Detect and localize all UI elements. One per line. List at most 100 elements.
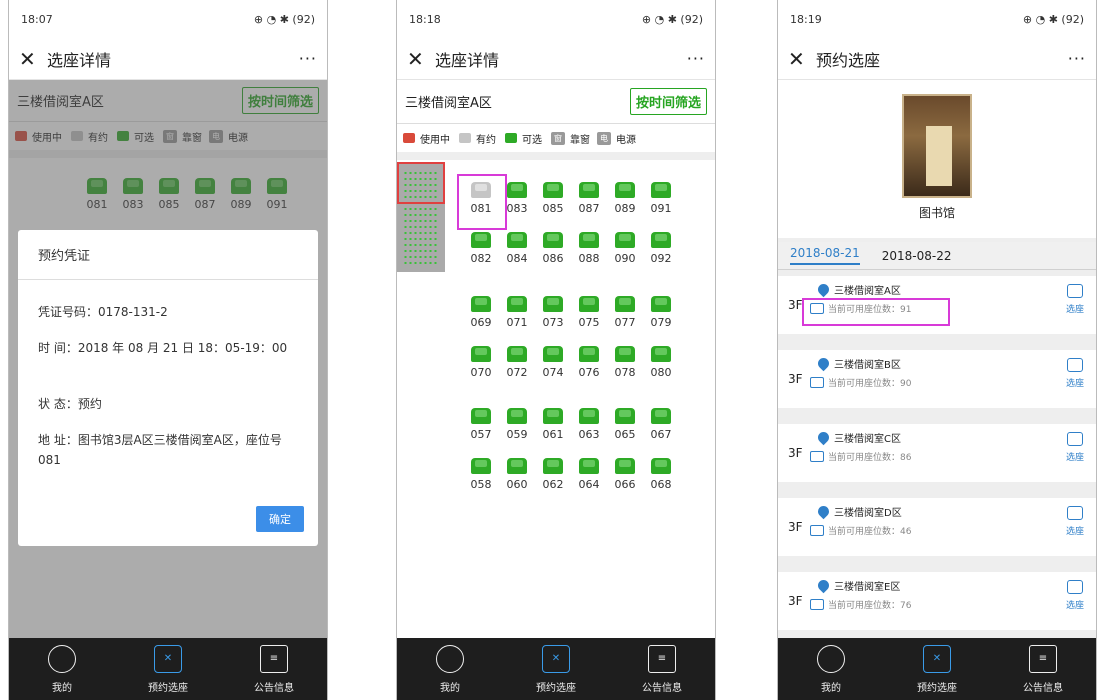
user-icon — [817, 644, 845, 673]
seat[interactable]: 057 — [463, 408, 499, 441]
seat[interactable]: 084 — [499, 232, 535, 265]
confirm-button[interactable]: 确定 — [256, 506, 304, 532]
select-seat-icon — [1066, 284, 1083, 298]
select-seat-button[interactable]: 选座 — [1066, 506, 1084, 537]
seat[interactable]: 065 — [607, 408, 643, 441]
window-icon: 窗 — [551, 131, 565, 145]
close-icon[interactable]: ✕ — [19, 47, 41, 71]
seat[interactable]: 086 — [535, 232, 571, 265]
highlight-box — [802, 298, 950, 326]
phone-screen-voucher: 18:07⊕ ◔ ✱ (92) ✕选座详情··· 三楼借阅室A区按时间筛选 使用… — [8, 0, 328, 700]
page-title: 选座详情 — [435, 50, 500, 70]
seat[interactable]: 061 — [535, 408, 571, 441]
seat[interactable]: 078 — [607, 346, 643, 379]
seat-number: 066 — [614, 478, 636, 491]
seat[interactable]: 067 — [643, 408, 679, 441]
minimap[interactable] — [397, 162, 445, 272]
available-seat-icon — [505, 133, 517, 143]
seat[interactable]: 059 — [499, 408, 535, 441]
seat-number: 078 — [614, 366, 636, 379]
nav-label: 我的 — [821, 682, 841, 694]
seat[interactable]: 077 — [607, 296, 643, 329]
user-icon — [48, 644, 76, 673]
seat[interactable]: 068 — [643, 458, 679, 491]
seat[interactable]: 079 — [643, 296, 679, 329]
room-name-text: 三楼借阅室C区 — [834, 434, 901, 445]
more-icon[interactable]: ··· — [299, 49, 317, 68]
room-name: 三楼借阅室D区 — [815, 503, 902, 520]
seat-icon — [651, 182, 671, 198]
seat-icon — [615, 296, 635, 312]
seat[interactable]: 085 — [535, 182, 571, 215]
close-icon[interactable]: ✕ — [788, 47, 810, 71]
seat[interactable]: 058 — [463, 458, 499, 491]
room-item[interactable]: 3F 三楼借阅室B区 当前可用座位数：90 选座 — [778, 350, 1096, 416]
title-bar: ✕ 预约选座 ··· — [778, 38, 1096, 80]
seat[interactable]: 063 — [571, 408, 607, 441]
seat-count-icon — [810, 377, 824, 388]
seat[interactable]: 076 — [571, 346, 607, 379]
nav-label: 我的 — [52, 682, 72, 694]
area-bar: 三楼借阅室A区 按时间筛选 — [397, 80, 715, 124]
seat[interactable]: 080 — [643, 346, 679, 379]
seat[interactable]: 071 — [499, 296, 535, 329]
seat[interactable]: 073 — [535, 296, 571, 329]
more-icon[interactable]: ··· — [687, 49, 705, 68]
seat[interactable]: 075 — [571, 296, 607, 329]
tab-date-1[interactable]: 2018-08-21 — [790, 246, 860, 265]
more-icon[interactable]: ··· — [1068, 49, 1086, 68]
seat[interactable]: 064 — [571, 458, 607, 491]
select-seat-button[interactable]: 选座 — [1066, 358, 1084, 389]
room-item[interactable]: 3F 三楼借阅室D区 当前可用座位数：46 选座 — [778, 498, 1096, 564]
seat-icon — [507, 408, 527, 424]
seat[interactable]: 088 — [571, 232, 607, 265]
nav-item-notice[interactable]: ≡ 公告信息 — [1003, 644, 1083, 694]
seat[interactable]: 060 — [499, 458, 535, 491]
seat-icon — [615, 346, 635, 362]
seat[interactable]: 087 — [571, 182, 607, 215]
nav-item-reserve[interactable]: ✕ 预约选座 — [897, 644, 977, 694]
nav-item-mine[interactable]: 我的 — [410, 644, 490, 694]
seat-number: 076 — [578, 366, 600, 379]
seat[interactable]: 069 — [463, 296, 499, 329]
room-name-text: 三楼借阅室E区 — [834, 582, 901, 593]
nav-item-reserve[interactable]: ✕ 预约选座 — [128, 644, 208, 694]
nav-label: 公告信息 — [254, 682, 294, 694]
seat[interactable]: 091 — [643, 182, 679, 215]
seat[interactable]: 074 — [535, 346, 571, 379]
seat-icon — [543, 458, 563, 474]
time-filter-button[interactable]: 按时间筛选 — [629, 88, 707, 115]
room-name: 三楼借阅室E区 — [815, 577, 901, 594]
room-item[interactable]: 3F 三楼借阅室E区 当前可用座位数：76 选座 — [778, 572, 1096, 638]
seat[interactable]: 082 — [463, 232, 499, 265]
nav-item-mine[interactable]: 我的 — [22, 644, 102, 694]
select-seat-button[interactable]: 选座 — [1066, 432, 1084, 463]
select-seat-button[interactable]: 选座 — [1066, 580, 1084, 611]
voucher-time: 时 间：2018 年 08 月 21 日 18：05-19：00 — [38, 341, 288, 355]
seat-number: 058 — [470, 478, 492, 491]
nav-item-mine[interactable]: 我的 — [791, 644, 871, 694]
nav-item-notice[interactable]: ≡ 公告信息 — [622, 644, 702, 694]
nav-item-notice[interactable]: ≡ 公告信息 — [234, 644, 314, 694]
seat[interactable]: 090 — [607, 232, 643, 265]
seat[interactable]: 092 — [643, 232, 679, 265]
seat-icon — [651, 232, 671, 248]
status-icons: ⊕ ◔ ✱ (92) — [1022, 12, 1084, 26]
select-seat-button[interactable]: 选座 — [1066, 284, 1084, 315]
tab-date-2[interactable]: 2018-08-22 — [882, 249, 952, 263]
seat[interactable]: 062 — [535, 458, 571, 491]
room-item[interactable]: 3F 三楼借阅室C区 当前可用座位数：86 选座 — [778, 424, 1096, 490]
seat-icon — [543, 182, 563, 198]
seat[interactable]: 089 — [607, 182, 643, 215]
seat[interactable]: 070 — [463, 346, 499, 379]
library-header: 图书馆 — [778, 80, 1096, 238]
seat-legend: 使用中 有约 可选 窗靠窗 电电源 — [397, 124, 715, 160]
mail-icon: ✕ — [154, 644, 182, 673]
seat[interactable]: 072 — [499, 346, 535, 379]
select-seat-label: 选座 — [1065, 305, 1084, 315]
nav-item-reserve[interactable]: ✕ 预约选座 — [516, 644, 596, 694]
close-icon[interactable]: ✕ — [407, 47, 429, 71]
date-tabs: 2018-08-21 2018-08-22 — [778, 242, 1096, 270]
seat[interactable]: 066 — [607, 458, 643, 491]
room-name: 三楼借阅室A区 — [815, 281, 901, 298]
